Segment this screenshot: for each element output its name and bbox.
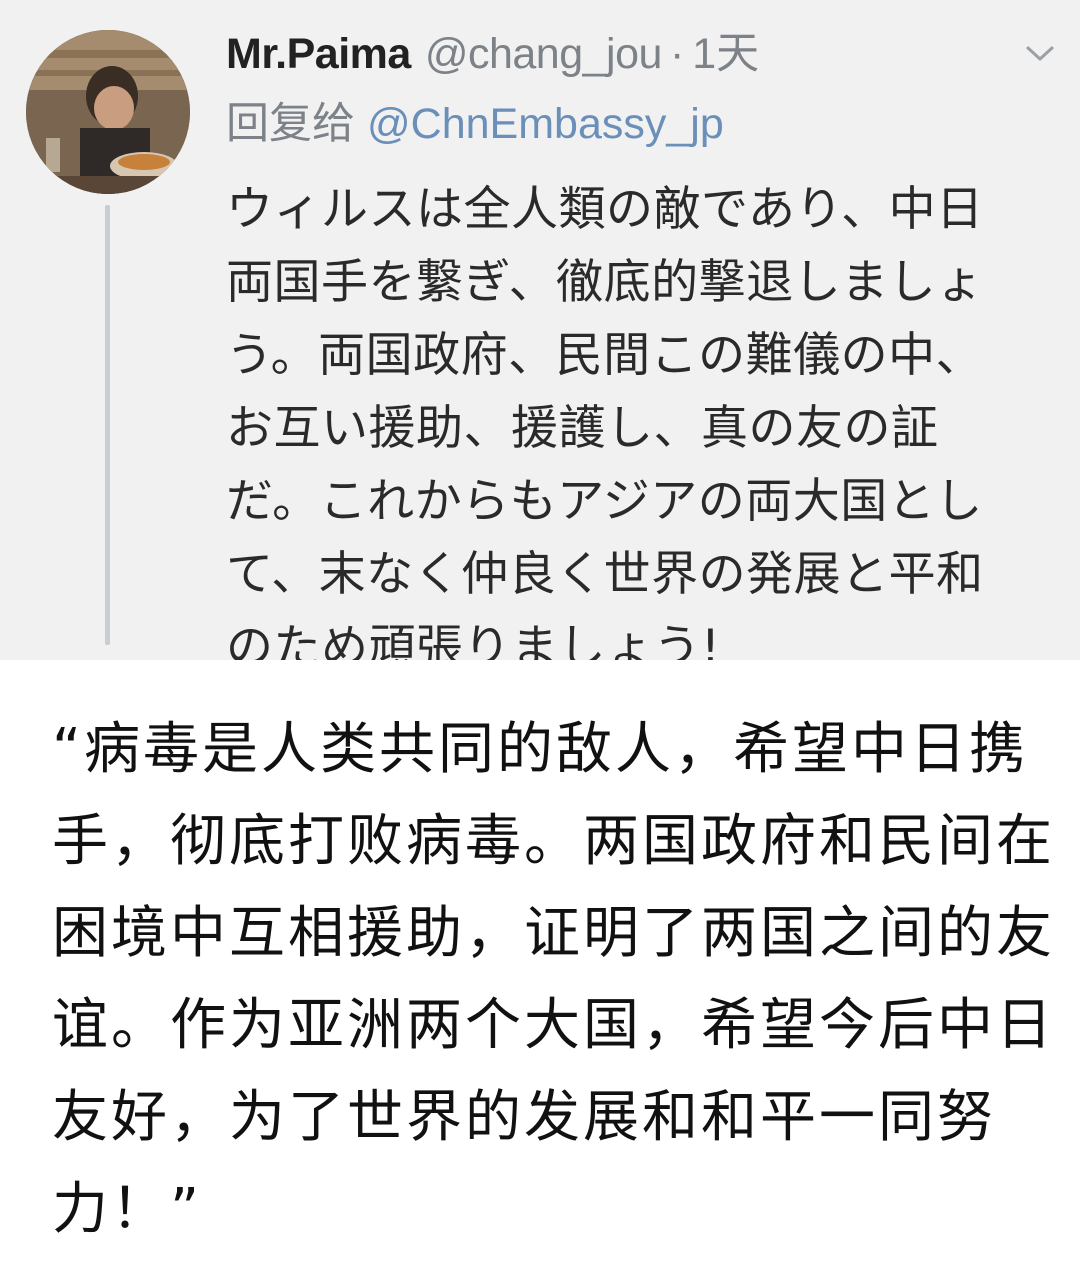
caption-line: 谊。作为亚洲两个大国，希望今后中日 — [52, 993, 1055, 1058]
separator-dot: · — [669, 30, 685, 78]
caption-line: 困境中互相援助，证明了两国之间的友 — [52, 901, 1055, 966]
caption-line: 力！” — [52, 1177, 203, 1242]
reply-target-link[interactable]: @ChnEmbassy_jp — [367, 100, 724, 148]
tweet-text-line: お互い援助、援護し、真の友の証 — [226, 401, 939, 456]
chevron-down-icon[interactable] — [1020, 38, 1060, 68]
tweet-text-line: う。両国政府、民間この難儀の中、 — [226, 328, 984, 383]
caption-line: 友好，为了世界的发展和和平一同努 — [52, 1085, 996, 1150]
tweet-text: ウィルスは全人類の敵であり、中日 両国手を繋ぎ、徹底的撃退しましょ う。両国政府… — [226, 173, 1066, 660]
caption-line: 手，彻底打败病毒。两国政府和民间在 — [52, 809, 1055, 874]
tweet-text-line: て、末なく仲良く世界の発展と平和 — [226, 547, 984, 602]
tweet-text-line: のため頑張りましょう! — [226, 620, 721, 660]
reply-prefix: 回复给 — [226, 99, 355, 149]
reply-context: 回复给 @ChnEmbassy_jp — [226, 96, 724, 152]
tweet-text-line: だ。これからもアジアの両大国とし — [226, 474, 983, 529]
display-name[interactable]: Mr.Paima — [226, 26, 411, 82]
tweet-text-line: 両国手を繋ぎ、徹底的撃退しましょ — [226, 255, 984, 310]
translation-caption: “病毒是人类共同的敌人，希望中日携 手，彻底打败病毒。两国政府和民间在 困境中互… — [52, 704, 1052, 1256]
tweet-header: Mr.Paima @chang_jou · 1天 — [226, 26, 759, 82]
caption-line: “病毒是人类共同的敌人，希望中日携 — [52, 717, 1029, 782]
user-handle[interactable]: @chang_jou — [425, 26, 663, 82]
timestamp[interactable]: 1天 — [692, 26, 759, 82]
tweet-text-line: ウィルスは全人類の敵であり、中日 — [226, 182, 984, 237]
tweet-card[interactable]: Mr.Paima @chang_jou · 1天 回复给 @ChnEmbassy_… — [0, 0, 1080, 660]
avatar[interactable] — [26, 30, 190, 194]
thread-connector-line — [105, 205, 110, 645]
